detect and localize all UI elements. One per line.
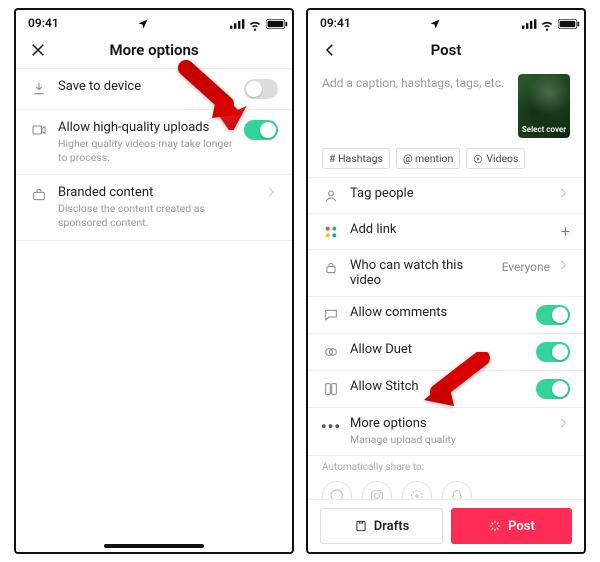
- page-title: More options: [109, 41, 198, 59]
- select-cover-button[interactable]: Select cover: [518, 74, 570, 138]
- row-label: Who can watch this video: [350, 258, 492, 288]
- phone-post: 09:41 Post: [306, 8, 586, 554]
- share-story-icon[interactable]: [402, 481, 432, 500]
- chip-videos[interactable]: Videos: [466, 148, 525, 169]
- share-instagram-icon[interactable]: [362, 481, 392, 500]
- row-label: Branded content: [58, 185, 254, 200]
- row-allow-comments[interactable]: Allow comments: [308, 297, 584, 333]
- status-bar: 09:41: [308, 10, 584, 32]
- row-branded-content[interactable]: Branded content Disclose the content cre…: [16, 175, 292, 239]
- plus-icon: +: [561, 222, 570, 241]
- wifi-icon: [248, 18, 262, 28]
- home-indicator: [104, 544, 204, 548]
- post-button[interactable]: Post: [451, 508, 572, 544]
- row-hq-uploads[interactable]: Allow high-quality uploads Higher qualit…: [16, 110, 292, 174]
- row-label: Allow Stitch: [350, 379, 526, 394]
- status-bar: 09:41: [16, 10, 292, 32]
- post-sparkle-icon: [488, 519, 502, 533]
- bottom-bar: Drafts Post: [308, 499, 584, 552]
- row-label: Tag people: [350, 186, 546, 201]
- row-save-to-device[interactable]: Save to device: [16, 69, 292, 109]
- row-label: Allow Duet: [350, 342, 526, 357]
- lock-icon: [322, 259, 340, 277]
- comment-icon: [322, 306, 340, 324]
- row-add-link[interactable]: Add link +: [308, 214, 584, 249]
- page-title: Post: [431, 41, 462, 59]
- chevron-right-icon: [556, 258, 570, 275]
- status-time: 09:41: [28, 16, 59, 30]
- chevron-right-icon: [556, 416, 570, 430]
- who-watch-value: Everyone: [502, 260, 550, 274]
- row-label: Save to device: [58, 79, 234, 94]
- row-allow-stitch[interactable]: Allow Stitch: [308, 371, 584, 407]
- video-quality-icon: [30, 121, 48, 139]
- download-icon: [30, 80, 48, 98]
- row-sub: Disclose the content created as sponsore…: [58, 202, 254, 229]
- stitch-icon: [322, 380, 340, 398]
- drafts-icon: [354, 519, 368, 533]
- post-body: Add a caption, hashtags, tags, etc. Sele…: [308, 66, 584, 500]
- header: More options: [16, 32, 292, 68]
- toggle-hq-uploads[interactable]: [244, 120, 278, 140]
- more-dots-icon: •••: [322, 417, 340, 435]
- row-sub: Manage upload quality: [350, 433, 546, 447]
- chevron-right-icon: [556, 186, 570, 200]
- toggle-allow-stitch[interactable]: [536, 379, 570, 399]
- row-label: More options: [350, 416, 546, 431]
- row-more-options[interactable]: ••• More options Manage upload quality: [308, 408, 584, 455]
- briefcase-icon: [30, 186, 48, 204]
- row-sub: Higher quality videos may take longer to…: [58, 137, 234, 164]
- toggle-allow-duet[interactable]: [536, 342, 570, 362]
- battery-icon: [558, 18, 572, 28]
- caption-input[interactable]: Add a caption, hashtags, tags, etc.: [322, 74, 510, 138]
- chip-hashtags[interactable]: # Hashtags: [322, 148, 390, 169]
- row-allow-duet[interactable]: Allow Duet: [308, 334, 584, 370]
- share-hint: Automatically share to:: [308, 456, 584, 477]
- back-button[interactable]: [318, 38, 342, 62]
- close-button[interactable]: [26, 38, 50, 62]
- location-arrow-icon: [137, 18, 151, 28]
- link-dots-icon: [322, 223, 340, 241]
- cover-label: Select cover: [522, 125, 566, 134]
- toggle-save-to-device[interactable]: [244, 79, 278, 99]
- drafts-button[interactable]: Drafts: [320, 508, 443, 544]
- location-arrow-icon: [429, 18, 443, 28]
- phone-more-options: 09:41 More options: [14, 8, 294, 554]
- chevron-right-icon: [264, 185, 278, 199]
- play-circle-icon: [473, 154, 483, 164]
- row-label: Allow high-quality uploads: [58, 120, 234, 135]
- row-tag-people[interactable]: Tag people: [308, 178, 584, 213]
- row-who-watch[interactable]: Who can watch this video Everyone: [308, 250, 584, 296]
- signal-icon: [230, 18, 244, 28]
- header: Post: [308, 32, 584, 68]
- row-label: Allow comments: [350, 305, 526, 320]
- battery-icon: [266, 18, 280, 28]
- share-snapchat-icon[interactable]: [442, 481, 472, 500]
- row-label: Add link: [350, 222, 551, 237]
- person-icon: [322, 187, 340, 205]
- signal-icon: [522, 18, 536, 28]
- share-message-icon[interactable]: [322, 481, 352, 500]
- toggle-allow-comments[interactable]: [536, 305, 570, 325]
- chip-mention[interactable]: @ mention: [396, 148, 460, 169]
- status-time: 09:41: [320, 16, 351, 30]
- wifi-icon: [540, 18, 554, 28]
- duet-icon: [322, 343, 340, 361]
